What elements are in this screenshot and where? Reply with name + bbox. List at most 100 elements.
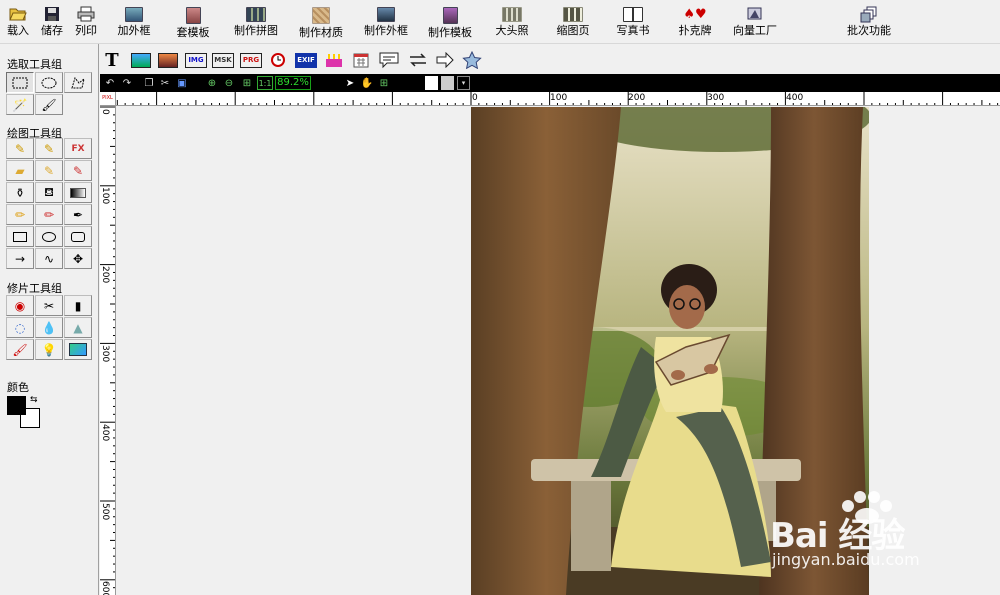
zoom-out-button[interactable]: ⊖	[222, 76, 236, 90]
move-icon: ✥	[72, 251, 84, 266]
line-tool[interactable]: →	[6, 248, 34, 269]
text-tool-button[interactable]: T	[104, 50, 120, 71]
draw-tools: ✎ ✎ FX ▰ ✎ ✎ ⚱ ⛾ ✏ ✏ ✒ → ∿ ✥	[6, 138, 93, 270]
cake-button[interactable]	[323, 50, 345, 70]
print-button[interactable]: 列印	[72, 6, 100, 42]
printer-icon	[72, 6, 100, 24]
id-photo-button[interactable]: 大头照	[490, 6, 534, 42]
stamp-tool[interactable]: ⚱	[6, 182, 34, 203]
pencil-tool[interactable]: ✏	[6, 204, 34, 225]
lasso-select-tool[interactable]	[64, 72, 92, 93]
eyedropper-tool[interactable]: ✒	[64, 204, 92, 225]
main-toolbar: 载入 储存 列印 加外框 套模板 制作拼图 制作材质 制作外框 制作模板 大头照	[0, 0, 1000, 44]
control-bar: ↶ ↷ ❐ ✂ ▣ ⊕ ⊖ ⊞ 1:1 89.2% ➤ ✋ ⊞ ▾	[100, 74, 1000, 92]
hand-icon: ✋	[360, 77, 374, 89]
make-frame-button[interactable]: 制作外框	[359, 6, 413, 42]
thumbnail-page-button[interactable]: 缩图页	[553, 6, 593, 42]
texture-icon	[312, 7, 330, 24]
smudge-tool[interactable]: ✎	[35, 160, 63, 181]
eye-icon: ◉	[14, 298, 26, 313]
image-button[interactable]	[130, 50, 152, 70]
lens-tool[interactable]: ◌	[6, 317, 34, 338]
redo-button[interactable]: ↷	[120, 76, 134, 90]
load-button[interactable]: 载入	[4, 6, 32, 42]
v-ruler-label-200: 200	[100, 266, 110, 283]
eyedropper-icon: ✒	[72, 207, 84, 222]
calendar-button[interactable]	[352, 50, 370, 70]
white-swatch-button[interactable]	[425, 76, 438, 90]
double-arrow-button[interactable]	[407, 50, 429, 70]
swap-colors-icon[interactable]: ⇆	[30, 395, 38, 405]
apply-template-button[interactable]: 套模板	[172, 6, 214, 42]
star-button[interactable]	[461, 50, 483, 70]
baidu-watermark: Bai 经验 jingyan.baidu.com	[770, 490, 995, 575]
rectangle-tool[interactable]	[6, 226, 34, 247]
brush-tool[interactable]: ✎	[6, 138, 34, 159]
portrait-tool[interactable]: ✂	[35, 295, 63, 316]
select-group-title: 选取工具组	[7, 58, 62, 71]
photobook-button[interactable]: 写真书	[612, 6, 654, 42]
poker-cards-button[interactable]: ♠♥ 扑克牌	[674, 6, 716, 42]
bottle-tool[interactable]: ▮	[64, 295, 92, 316]
make-texture-button[interactable]: 制作材质	[294, 6, 348, 42]
gradient-tool[interactable]	[64, 182, 92, 203]
cut-button[interactable]: ✂	[158, 76, 172, 90]
make-collage-button[interactable]: 制作拼图	[229, 6, 283, 42]
actual-size-button[interactable]: 1:1	[257, 76, 273, 90]
add-frame-button[interactable]: 加外框	[113, 6, 155, 42]
ellipse-select-tool[interactable]	[35, 72, 63, 93]
clock-button[interactable]	[268, 50, 288, 70]
h-ruler-label-0: 0	[472, 93, 478, 103]
blur-tool[interactable]: 💧	[35, 317, 63, 338]
marker-tool[interactable]: ✏	[35, 204, 63, 225]
rect-select-icon	[12, 77, 28, 88]
ellipse-icon	[42, 231, 56, 242]
speech-bubble-button[interactable]	[377, 50, 401, 70]
ruler-unit-corner[interactable]: PIXL	[100, 92, 116, 106]
magic-wand-tool[interactable]: 🪄	[6, 94, 34, 115]
prg-icon: PRG	[240, 52, 262, 68]
paste-button[interactable]: ▣	[174, 76, 190, 90]
fit-window-button[interactable]: ⊞	[240, 76, 254, 90]
sunset-button[interactable]	[157, 50, 179, 70]
fill-tool[interactable]: ⛾	[35, 182, 63, 203]
copy-button[interactable]: ❐	[142, 76, 156, 90]
template-icon	[185, 7, 201, 24]
msk-button[interactable]: MSK	[212, 50, 234, 70]
eraser-tool[interactable]: ▰	[6, 160, 34, 181]
select-brush-tool[interactable]: 🖌	[35, 94, 63, 115]
rect-select-tool[interactable]	[6, 72, 34, 93]
clone-tool[interactable]: ✎	[64, 160, 92, 181]
curve-tool[interactable]: ∿	[35, 248, 63, 269]
prg-button[interactable]: PRG	[240, 50, 262, 70]
sharpen-tool[interactable]: ▲	[64, 317, 92, 338]
red-eye-tool[interactable]: ◉	[6, 295, 34, 316]
rounded-rect-tool[interactable]	[64, 226, 92, 247]
gray-swatch-button[interactable]	[441, 76, 454, 90]
screen-tool[interactable]	[64, 339, 92, 360]
swatch-dropdown-button[interactable]: ▾	[457, 76, 470, 90]
plus-button[interactable]: ⊞	[378, 76, 390, 90]
zoom-in-button[interactable]: ⊕	[205, 76, 219, 90]
color-brush-tool[interactable]: 🖌	[6, 339, 34, 360]
save-button[interactable]: 储存	[38, 6, 66, 42]
exif-button[interactable]: EXIF	[294, 50, 318, 70]
fx-brush-tool[interactable]: FX	[64, 138, 92, 159]
light-tool[interactable]: 💡	[35, 339, 63, 360]
redo-icon: ↷	[122, 77, 132, 89]
arrow-shape-button[interactable]	[434, 50, 456, 70]
foreground-color-swatch[interactable]	[7, 396, 26, 415]
img-button[interactable]: IMG	[185, 50, 207, 70]
batch-button[interactable]: 批次功能	[841, 6, 897, 42]
pointer-button[interactable]: ➤	[343, 76, 357, 90]
undo-button[interactable]: ↶	[103, 76, 117, 90]
scissors-icon: ✂	[43, 298, 55, 313]
horizontal-ruler: 0 100 200 300 400	[116, 92, 1000, 106]
airbrush-tool[interactable]: ✎	[35, 138, 63, 159]
hand-button[interactable]: ✋	[360, 76, 374, 90]
vector-factory-button[interactable]: 向量工厂	[728, 6, 782, 42]
ellipse-tool[interactable]	[35, 226, 63, 247]
move-tool[interactable]: ✥	[64, 248, 92, 269]
make-template-button[interactable]: 制作模板	[423, 6, 477, 42]
lens-icon: ◌	[14, 320, 26, 335]
